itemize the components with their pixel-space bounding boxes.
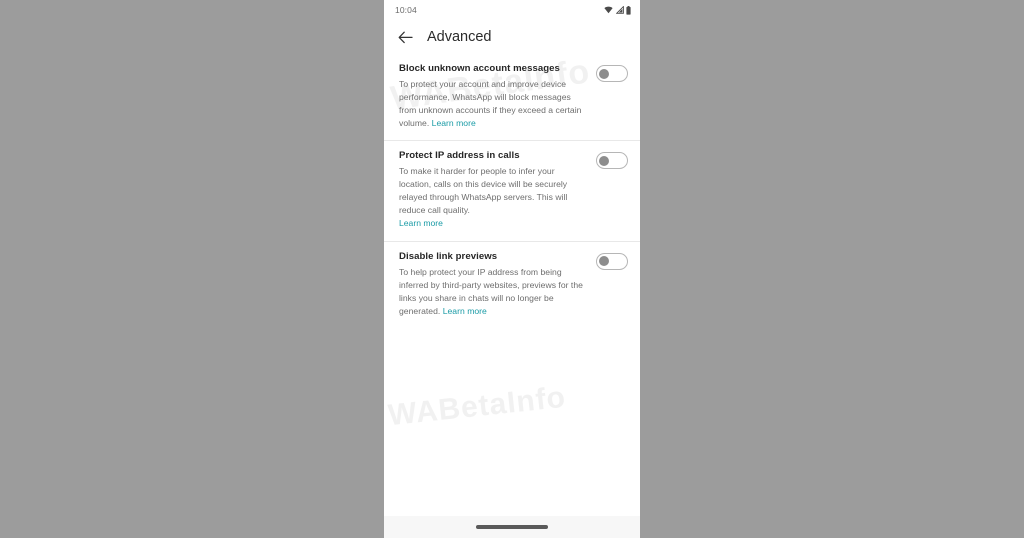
phone-screen: 10:04 Advanced Block unknown account mes… xyxy=(384,0,640,538)
learn-more-link[interactable]: Learn more xyxy=(399,217,586,230)
setting-title: Block unknown account messages xyxy=(399,63,560,74)
back-arrow-icon xyxy=(398,31,413,44)
setting-row-protect-ip-address-in-calls[interactable]: Protect IP address in calls To make it h… xyxy=(384,141,640,240)
setting-description: To make it harder for people to infer yo… xyxy=(399,166,568,216)
toggle-thumb xyxy=(599,256,610,267)
setting-text-block: Block unknown account messages To protec… xyxy=(399,63,596,130)
home-gesture-pill[interactable] xyxy=(476,525,548,529)
back-button[interactable] xyxy=(397,29,414,46)
setting-description-text: To protect your account and improve devi… xyxy=(399,78,582,129)
wifi-icon xyxy=(604,6,613,14)
learn-more-link[interactable]: Learn more xyxy=(432,118,476,128)
learn-more-link[interactable]: Learn more xyxy=(443,306,487,316)
setting-description: To protect your account and improve devi… xyxy=(399,78,586,130)
settings-list: Block unknown account messages To protec… xyxy=(384,54,640,328)
setting-text-block: Protect IP address in calls To make it h… xyxy=(399,150,596,230)
setting-text-block: Disable link previews To help protect yo… xyxy=(399,251,596,318)
toggle-thumb xyxy=(599,155,610,166)
navigation-bar xyxy=(384,516,640,538)
setting-row-disable-link-previews[interactable]: Disable link previews To help protect yo… xyxy=(384,242,640,328)
cellular-signal-icon xyxy=(615,6,624,14)
toggle-block-unknown-account-messages[interactable] xyxy=(596,65,628,82)
setting-description: To help protect your IP address from bei… xyxy=(399,266,586,318)
screenshot-stage: 10:04 Advanced Block unknown account mes… xyxy=(0,0,1024,538)
toggle-disable-link-previews[interactable] xyxy=(596,252,628,270)
status-bar: 10:04 xyxy=(384,0,640,20)
setting-row-block-unknown-account-messages[interactable]: Block unknown account messages To protec… xyxy=(384,54,640,140)
setting-title: Disable link previews xyxy=(399,250,498,262)
page-title: Advanced xyxy=(427,28,492,45)
toggle-thumb xyxy=(599,68,610,79)
watermark-overlay-lower: WABetaInfo xyxy=(384,330,640,520)
status-bar-icons xyxy=(604,5,631,15)
setting-title: Protect IP address in calls xyxy=(399,150,520,162)
battery-icon xyxy=(626,5,631,15)
app-bar: Advanced xyxy=(384,20,640,54)
toggle-protect-ip-address-in-calls[interactable] xyxy=(596,152,628,170)
watermark-text-lower: WABetaInfo xyxy=(386,380,568,433)
status-bar-clock: 10:04 xyxy=(395,4,417,15)
setting-description-text: To help protect your IP address from bei… xyxy=(399,266,583,316)
